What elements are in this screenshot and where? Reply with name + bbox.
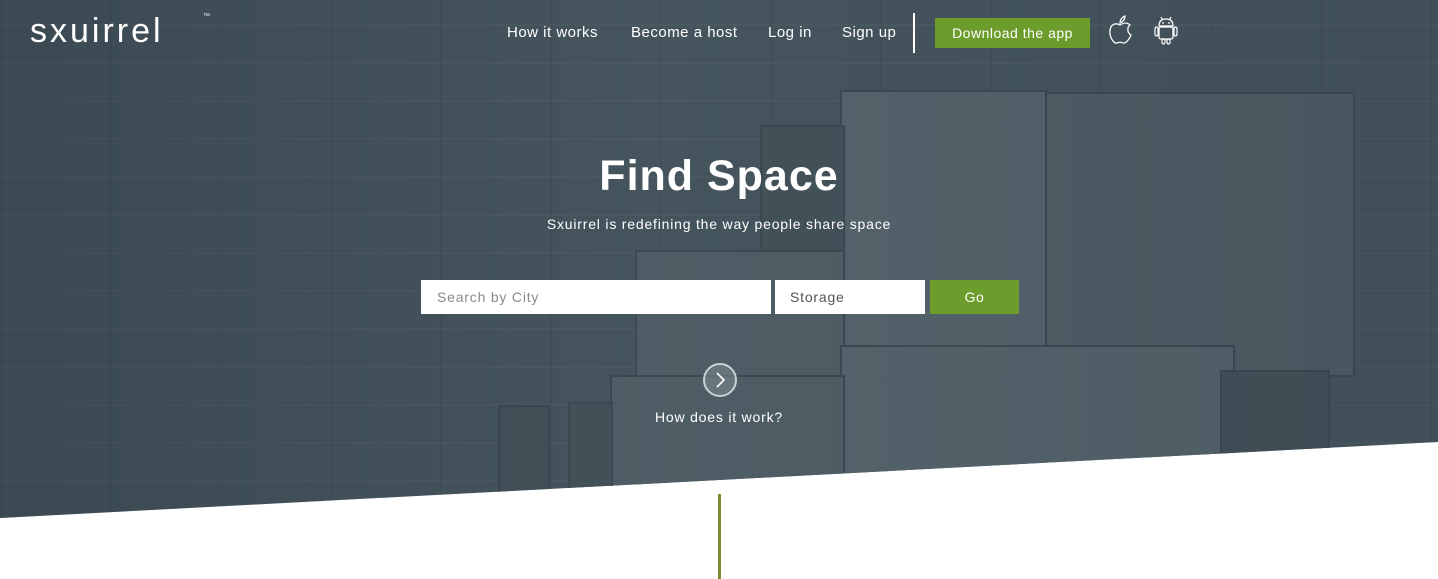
how-it-works-circle-button[interactable] [703,363,737,397]
nav-divider [913,13,915,53]
section-divider-line [718,494,721,579]
logo[interactable]: sxuirrel [30,12,164,51]
hero-section [0,0,1438,518]
download-app-button[interactable]: Download the app [935,18,1090,48]
city-search-input[interactable] [421,280,771,314]
nav-sign-up[interactable]: Sign up [842,24,896,41]
nav-become-a-host[interactable]: Become a host [631,24,738,41]
nav-how-it-works[interactable]: How it works [507,24,598,41]
hero-subtitle: Sxuirrel is redefining the way people sh… [546,216,892,232]
hero-overlay [0,0,1438,518]
android-icon[interactable] [1152,14,1180,46]
how-does-it-work-link[interactable]: How does it work? [0,409,1438,425]
apple-icon[interactable] [1106,14,1134,46]
go-button[interactable]: Go [930,280,1019,314]
trademark-mark: ™ [203,13,210,20]
hero-title: Find Space [599,152,839,200]
chevron-right-icon [716,372,726,388]
nav-log-in[interactable]: Log in [768,24,812,41]
space-type-select[interactable]: Storage [775,280,925,314]
